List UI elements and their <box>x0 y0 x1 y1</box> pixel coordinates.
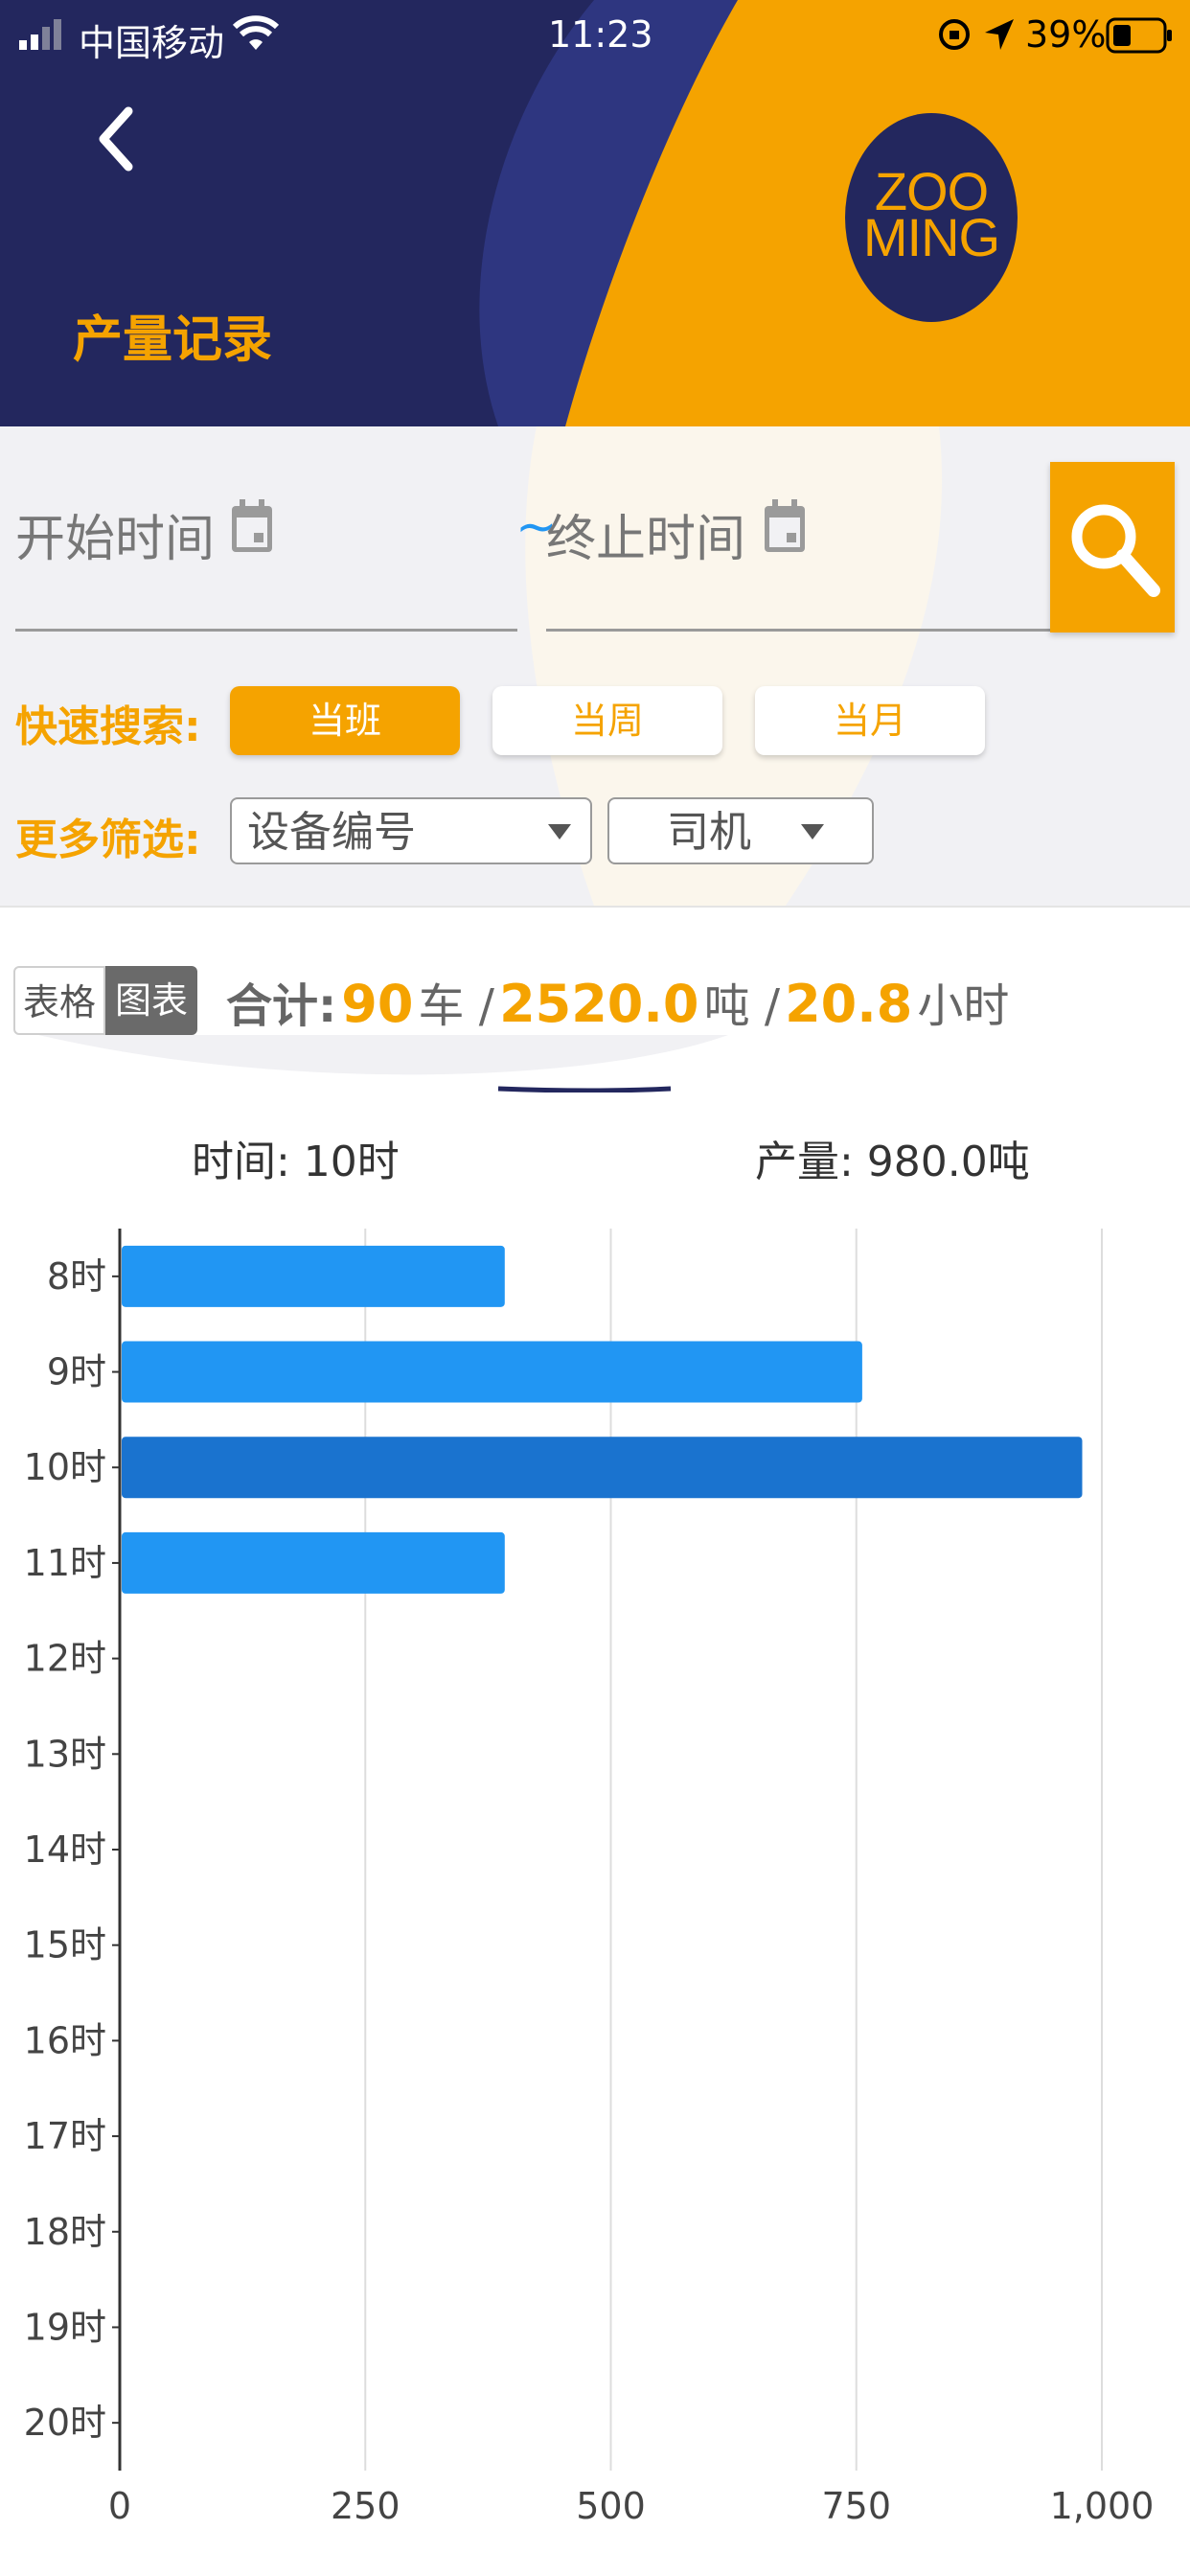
y-tick-label: 20时 <box>24 2402 106 2444</box>
tooltip-output: 产量: 980.0吨 <box>755 1138 1030 1186</box>
y-tick-label: 9时 <box>47 1351 106 1393</box>
chevron-left-icon <box>99 106 133 172</box>
y-tick-label: 18时 <box>24 2211 106 2253</box>
caret-down-icon <box>801 824 824 840</box>
bar-9时[interactable] <box>122 1341 862 1403</box>
y-tick-label: 12时 <box>24 1638 106 1680</box>
header: 中国移动 11:23 39% 产量记录 ZOO MING <box>0 0 1190 426</box>
search-button[interactable] <box>1050 462 1175 632</box>
clock: 11:23 <box>548 13 653 56</box>
y-tick-label: 17时 <box>24 2115 106 2157</box>
brand-logo: ZOO MING <box>845 113 1018 322</box>
divider <box>0 906 1190 908</box>
device-select-value: 设备编号 <box>247 808 416 857</box>
y-tick-label: 11时 <box>24 1542 106 1584</box>
summary-hours: 20.8 <box>785 974 913 1034</box>
rotation-lock-icon <box>937 17 972 56</box>
y-tick-label: 10时 <box>24 1446 106 1488</box>
y-tick-label: 15时 <box>24 1924 106 1966</box>
quick-shift-button[interactable]: 当班 <box>230 686 460 755</box>
bar-11时[interactable] <box>122 1531 505 1594</box>
y-tick-label: 19时 <box>24 2306 106 2348</box>
driver-select-value: 司机 <box>667 808 751 857</box>
quick-search-label: 快速搜索: <box>15 702 201 751</box>
x-tick-label: 0 <box>108 2485 131 2527</box>
search-icon <box>1071 504 1160 597</box>
start-date-input[interactable]: 开始时间 <box>15 498 215 570</box>
bar-10时[interactable] <box>122 1437 1083 1499</box>
quick-week-button[interactable]: 当周 <box>492 686 722 755</box>
page-title: 产量记录 <box>73 311 273 369</box>
tooltip-time: 时间: 10时 <box>192 1138 400 1186</box>
start-calendar-icon[interactable] <box>228 496 276 560</box>
driver-select[interactable]: 司机 <box>607 797 874 864</box>
caret-down-icon <box>548 824 571 840</box>
table-view-toggle[interactable]: 表格 <box>13 966 105 1035</box>
end-date-input[interactable]: 终止时间 <box>546 498 745 570</box>
y-tick-label: 13时 <box>24 1733 106 1775</box>
x-tick-label: 1,000 <box>1050 2485 1155 2527</box>
battery-percent: 39% <box>1025 13 1107 56</box>
signal-icon <box>17 13 67 60</box>
y-tick-label: 8时 <box>47 1255 106 1298</box>
start-date-underline <box>15 629 517 632</box>
wifi-icon <box>232 15 280 56</box>
production-bar-chart: 8时 9时 10时 11时 12时 13时 14时 15时 16时 17时 18时 19时 20时 0 2… <box>24 1229 1155 2527</box>
chart-view-toggle[interactable]: 图表 <box>105 966 197 1035</box>
summary-line: 合计: 90 车 / 2520.0 吨 / 20.8 小时 <box>226 968 1009 1035</box>
decor-curve <box>38 1035 728 1092</box>
end-date-underline <box>546 629 1050 632</box>
device-select[interactable]: 设备编号 <box>230 797 592 864</box>
end-calendar-icon[interactable] <box>761 496 809 560</box>
y-tick-label: 16时 <box>24 2019 106 2061</box>
location-icon <box>983 17 1016 56</box>
summary-hours-unit: 小时 <box>917 979 1010 1033</box>
quick-month-button[interactable]: 当月 <box>755 686 985 755</box>
battery-icon <box>1106 17 1175 58</box>
x-tick-label: 750 <box>821 2485 891 2527</box>
x-tick-label: 250 <box>331 2485 400 2527</box>
summary-trucks-unit: 车 / <box>418 979 494 1033</box>
y-tick-label: 14时 <box>24 1828 106 1871</box>
summary-tons-unit: 吨 / <box>703 979 780 1033</box>
summary-trucks: 90 <box>341 974 414 1034</box>
x-tick-label: 500 <box>576 2485 646 2527</box>
back-button[interactable] <box>92 105 142 172</box>
summary-tons: 2520.0 <box>499 974 699 1034</box>
more-filters-label: 更多筛选: <box>15 816 201 864</box>
logo-text-line2: MING <box>862 207 1000 267</box>
bar-8时[interactable] <box>122 1245 505 1307</box>
carrier-label: 中国移动 <box>79 22 225 64</box>
summary-total-label: 合计: <box>226 979 337 1033</box>
